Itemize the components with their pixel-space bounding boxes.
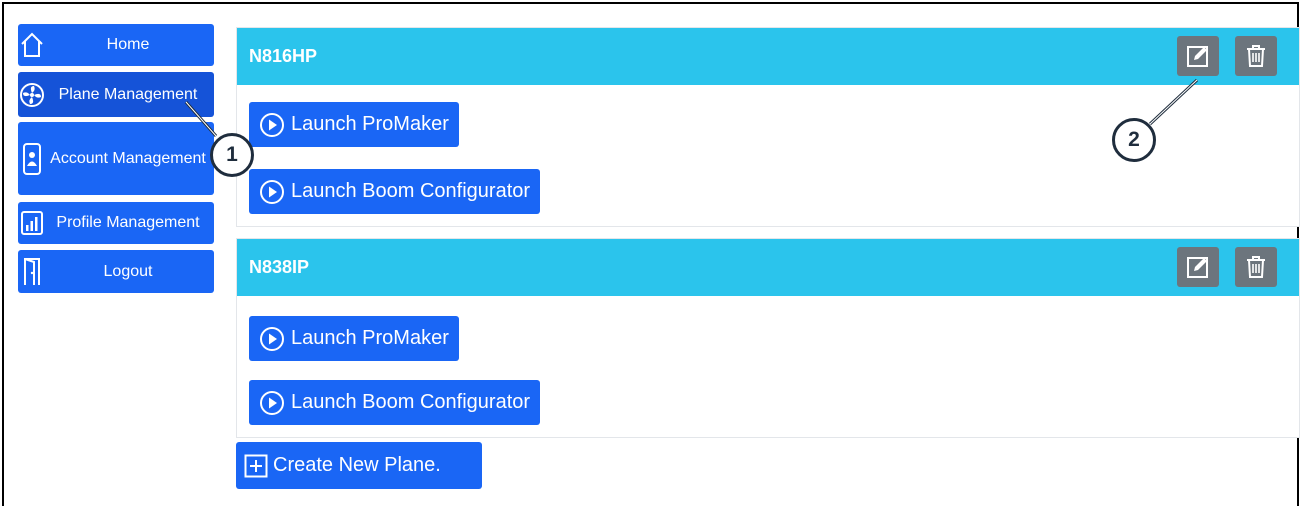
launch-promaker-button[interactable]: Launch ProMaker	[249, 102, 459, 147]
sidebar-item-label: Logout	[103, 262, 153, 280]
play-icon	[260, 326, 284, 351]
sidebar-item-plane-management[interactable]: Plane Management	[18, 72, 214, 117]
launch-boom-configurator-button[interactable]: Launch Boom Configurator	[249, 380, 541, 425]
play-icon	[260, 179, 284, 204]
sidebar-item-profile-management[interactable]: Profile Management	[18, 202, 214, 244]
launch-promaker-label: Launch ProMaker	[291, 327, 449, 349]
launch-boom-configurator-button[interactable]: Launch Boom Configurator	[249, 169, 541, 214]
create-new-plane-label: Create New Plane.	[273, 454, 441, 476]
sidebar-item-home[interactable]: Home	[18, 24, 214, 66]
play-icon	[260, 112, 284, 137]
home-icon	[18, 24, 46, 66]
trash-icon	[1247, 45, 1265, 67]
sidebar-item-label: Plane Management	[58, 85, 198, 103]
create-new-plane-button[interactable]: Create New Plane.	[236, 442, 482, 489]
plane-card-header: N816HP	[237, 28, 1299, 85]
play-icon	[260, 390, 284, 415]
sidebar-item-label: Account Management	[50, 149, 206, 167]
edit-icon	[1187, 46, 1208, 67]
plus-box-icon	[244, 454, 268, 477]
plane-card-header: N838IP	[237, 239, 1299, 296]
launch-boom-label: Launch Boom Configurator	[291, 391, 531, 413]
plane-name: N838IP	[249, 257, 310, 277]
plane-name: N816HP	[249, 46, 318, 66]
callout-2: 2	[1112, 118, 1156, 162]
sidebar-item-logout[interactable]: Logout	[18, 250, 214, 293]
plane-card: N838IP Launch ProMaker Launch Boom Confi…	[236, 238, 1300, 438]
edit-plane-button[interactable]	[1177, 36, 1219, 76]
fan-icon	[18, 72, 46, 117]
launch-promaker-label: Launch ProMaker	[291, 113, 449, 135]
delete-plane-button[interactable]	[1235, 247, 1277, 287]
sidebar-item-label: Profile Management	[56, 214, 200, 231]
callout-1: 1	[210, 133, 254, 177]
edit-icon	[1187, 257, 1208, 278]
edit-plane-button[interactable]	[1177, 247, 1219, 287]
sidebar-item-label: Home	[106, 36, 150, 53]
launch-boom-label: Launch Boom Configurator	[291, 180, 531, 202]
chart-icon	[18, 202, 46, 244]
delete-plane-button[interactable]	[1235, 36, 1277, 76]
launch-promaker-button[interactable]: Launch ProMaker	[249, 316, 459, 361]
sidebar-item-account-management[interactable]: Account Management	[18, 122, 214, 195]
phone-user-icon	[18, 122, 46, 195]
door-icon	[18, 250, 46, 293]
trash-icon	[1247, 256, 1265, 278]
